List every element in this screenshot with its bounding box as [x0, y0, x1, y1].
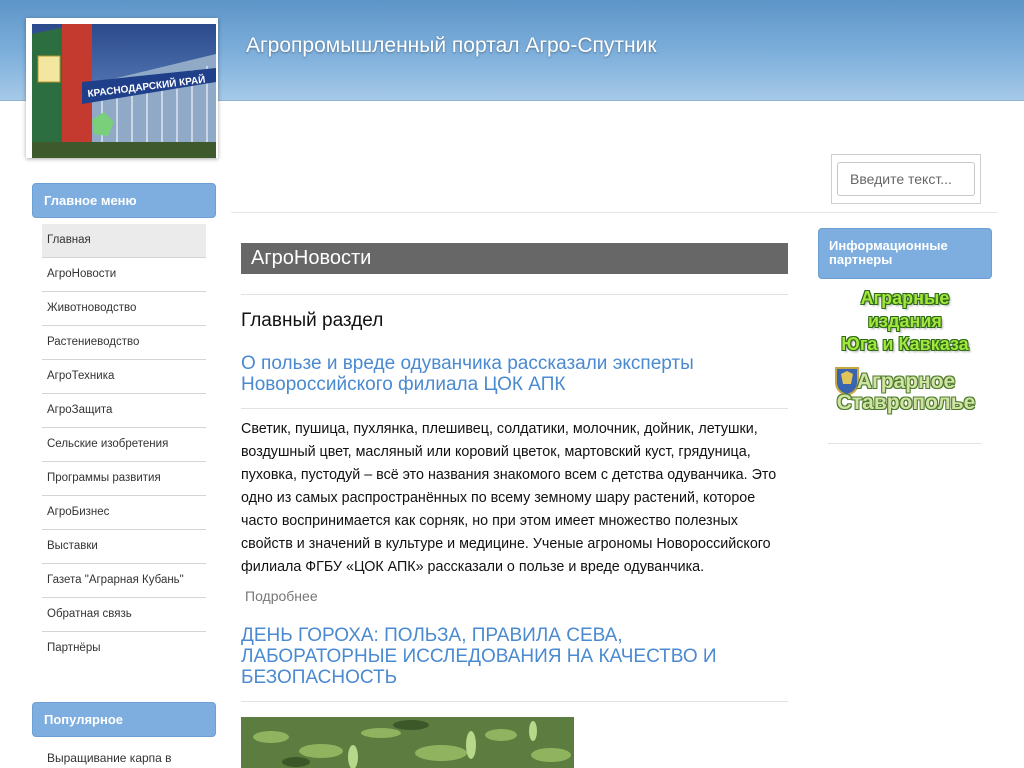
- sidebar-item-feedback[interactable]: Обратная связь: [42, 598, 206, 632]
- sidebar-item-agrotech[interactable]: АгроТехника: [42, 360, 206, 394]
- pea-plants-image[interactable]: [241, 717, 574, 768]
- sidebar-item-agronews[interactable]: АгроНовости: [42, 258, 206, 292]
- partner-banner-southern-agro[interactable]: Аграрные издания Юга и Кавказа: [834, 287, 976, 356]
- sidebar-item-agrobusiness[interactable]: АгроБизнес: [42, 496, 206, 530]
- sidebar-item-programs[interactable]: Программы развития: [42, 462, 206, 496]
- divider: [828, 443, 982, 444]
- main-heading: Главный раздел: [241, 310, 384, 331]
- popular-header: Популярное: [32, 702, 216, 737]
- sidebar-item-partners[interactable]: Партнёры: [42, 632, 206, 666]
- logo-graphic: КРАСНОДАРСКИЙ КРАЙ: [32, 24, 216, 158]
- main-menu-header: Главное меню: [32, 183, 216, 218]
- logo-image: КРАСНОДАРСКИЙ КРАЙ: [32, 24, 216, 158]
- partner-banner-line: Юга и Кавказа: [841, 334, 969, 354]
- divider: [231, 212, 997, 213]
- partner-banner-line: Аграрное: [856, 370, 956, 393]
- partner-banner-line: издания: [868, 311, 942, 331]
- article-body: Светик, пушица, пухлянка, плешивец, солд…: [241, 421, 777, 575]
- popular-item[interactable]: Выращивание карпа в: [47, 751, 172, 765]
- sidebar-item-livestock[interactable]: Животноводство: [42, 292, 206, 326]
- search-box: [831, 154, 981, 204]
- sidebar-item-inventions[interactable]: Сельские изобретения: [42, 428, 206, 462]
- main-menu: Главная АгроНовости Животноводство Расте…: [42, 224, 206, 666]
- divider: [241, 408, 788, 409]
- site-logo[interactable]: КРАСНОДАРСКИЙ КРАЙ: [26, 18, 218, 158]
- divider: [241, 294, 788, 295]
- article-title-link[interactable]: ДЕНЬ ГОРОХА: ПОЛЬЗА, ПРАВИЛА СЕВА, ЛАБОР…: [241, 625, 761, 688]
- pea-photo-graphic: [241, 717, 574, 768]
- sidebar-item-crops[interactable]: Растениеводство: [42, 326, 206, 360]
- partner-banner-line: Аграрные: [860, 288, 950, 308]
- sidebar-item-newspaper[interactable]: Газета "Аграрная Кубань": [42, 564, 206, 598]
- section-title: АгроНовости: [241, 243, 788, 274]
- read-more-link[interactable]: Подробнее: [245, 588, 318, 604]
- sidebar-item-exhibitions[interactable]: Выставки: [42, 530, 206, 564]
- divider: [241, 701, 788, 702]
- article-title-link[interactable]: О пользе и вреде одуванчика рассказали э…: [241, 353, 761, 395]
- sidebar-item-agroprotection[interactable]: АгроЗащита: [42, 394, 206, 428]
- search-input[interactable]: [837, 162, 975, 196]
- partners-header: Информационные партнеры: [818, 228, 992, 279]
- partner-banner-stavropol[interactable]: Аграрное Ставрополье: [834, 366, 978, 416]
- partner-banner-line: Ставрополье: [836, 391, 976, 414]
- site-title[interactable]: Агропромышленный портал Агро-Спутник: [246, 34, 657, 58]
- sidebar-item-home[interactable]: Главная: [42, 224, 206, 258]
